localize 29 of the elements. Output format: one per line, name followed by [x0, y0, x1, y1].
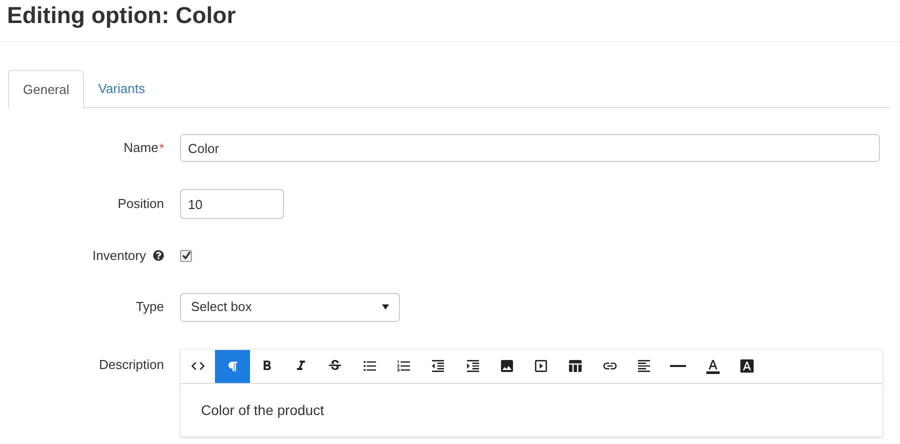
name-field[interactable]: Color: [180, 134, 880, 162]
background-color-icon: [738, 358, 755, 374]
page-title: Editing option: Color: [7, 1, 236, 30]
field-label: Name: [124, 139, 158, 158]
field-label: Inventory: [92, 247, 146, 265]
horizontal-rule-icon: [670, 365, 686, 367]
font-color-icon: [704, 358, 721, 374]
video-icon: [533, 358, 550, 374]
bulleted-list-icon: [362, 358, 378, 374]
checkmark-icon: [182, 251, 190, 260]
field-label: Type: [136, 298, 164, 316]
tab[interactable]: Variants: [84, 70, 159, 108]
indent-icon: [464, 358, 481, 374]
description-text: Color of the product: [201, 400, 325, 420]
help-icon[interactable]: [153, 250, 164, 262]
required-mark: *: [159, 140, 164, 157]
paragraph-icon: [226, 360, 238, 372]
outdent-icon: [430, 358, 446, 374]
caret-icon: [382, 304, 389, 310]
image-icon: [498, 358, 515, 374]
tab[interactable]: General: [8, 70, 84, 109]
field-label: Position: [118, 195, 164, 214]
type-select[interactable]: Select box: [180, 292, 400, 322]
align-left-icon: [636, 358, 652, 374]
table-icon: [567, 358, 584, 374]
field-label: Description: [98, 356, 164, 374]
numbered-list-icon: [396, 358, 412, 374]
inventory-checkbox[interactable]: [180, 250, 192, 262]
position-field[interactable]: 10: [180, 189, 284, 219]
